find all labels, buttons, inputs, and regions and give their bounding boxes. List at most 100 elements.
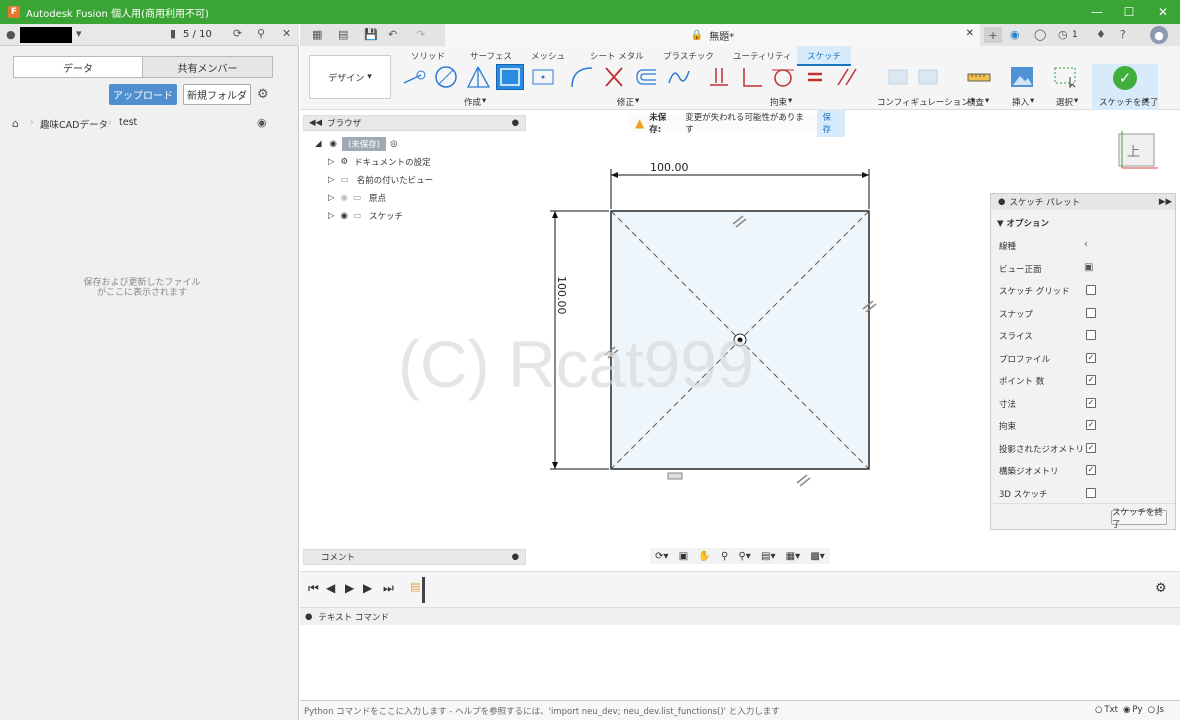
tab-sketch[interactable]: スケッチ — [797, 46, 852, 66]
mode-py-label[interactable]: Py — [1132, 705, 1142, 715]
insert-image-icon[interactable] — [1008, 64, 1036, 90]
options-section[interactable]: ▼ オプション — [997, 217, 1049, 229]
palette-header[interactable]: ● スケッチ パレット ▶▶ — [991, 194, 1175, 210]
undo-icon[interactable]: ↶ — [388, 28, 397, 41]
help-icon[interactable]: ? — [1120, 28, 1126, 41]
grid-apps-icon[interactable]: ▦ — [312, 28, 322, 41]
configuration-table-icon[interactable] — [915, 64, 943, 90]
polygon-tool-icon[interactable] — [464, 64, 492, 90]
browser-item-sketches[interactable]: ▷ ◉ ▭ スケッチ — [328, 209, 403, 223]
finish-sketch-button[interactable]: ✓ スケッチを終了 ▾ — [1092, 64, 1159, 110]
minimize-button[interactable]: — — [1080, 0, 1114, 24]
job-status-icon[interactable]: ◷ — [1058, 28, 1068, 41]
save-link[interactable]: 保存 — [816, 109, 845, 137]
bell-icon[interactable]: ♦ — [1096, 28, 1106, 41]
collapse-panel-icon[interactable]: ◀◀ — [309, 118, 322, 128]
group-modify[interactable]: 修正 — [617, 96, 634, 108]
radio-txt-icon[interactable]: ○ — [1095, 705, 1102, 715]
chevron-down-icon[interactable]: ▾ — [76, 27, 82, 40]
gear-icon[interactable]: ⚙ — [1155, 581, 1167, 596]
palette-option-checkbox[interactable] — [1086, 330, 1096, 340]
gear-icon[interactable]: ⚙ — [257, 87, 269, 102]
fit-icon[interactable]: ⚲▾ — [738, 551, 750, 562]
mode-js-label[interactable]: Js — [1157, 705, 1164, 715]
parallel-constraint-icon[interactable] — [833, 64, 861, 90]
group-inspect[interactable]: 検査 — [967, 96, 984, 108]
go-to-end-icon[interactable]: ⏭ — [383, 581, 394, 596]
play-icon[interactable]: ▶ — [345, 581, 354, 595]
text-commands-header[interactable]: ● テキスト コマンド — [300, 607, 1180, 625]
palette-option-checkbox[interactable]: ✓ — [1086, 397, 1096, 408]
minus-circle-icon[interactable]: ● — [998, 197, 1005, 207]
timeline-marker[interactable] — [422, 577, 425, 603]
line-tool-icon[interactable] — [400, 64, 428, 90]
python-command-line[interactable]: Python コマンドをここに入力します - ヘルプを参照するには、'impor… — [300, 700, 1180, 720]
palette-option-checkbox[interactable]: ✓ — [1086, 352, 1096, 363]
search-icon[interactable]: ⚲ — [257, 27, 265, 40]
activate-radio-icon[interactable]: ◎ — [390, 139, 397, 149]
breadcrumb-hobby-cad[interactable]: 趣味CADデータ — [40, 117, 108, 131]
fillet-tool-icon[interactable] — [568, 64, 596, 90]
doc-tab[interactable]: 🔒 無題* ✕ — [445, 24, 980, 46]
group-create[interactable]: 作成 — [464, 96, 481, 108]
account-name-redacted[interactable] — [20, 27, 72, 43]
expand-arrow-icon[interactable]: ▷ — [328, 211, 335, 221]
group-constraints[interactable]: 拘束 — [770, 96, 787, 108]
close-icon[interactable]: ✕ — [282, 27, 291, 40]
avatar[interactable]: ● — [1150, 26, 1168, 44]
rectangle-tool-icon[interactable] — [496, 64, 524, 90]
tangent-constraint-icon[interactable] — [769, 64, 797, 90]
upload-button[interactable]: アップロード — [109, 84, 177, 105]
palette-option-checkbox[interactable]: ✓ — [1086, 420, 1096, 430]
palette-option-checkbox[interactable] — [1086, 307, 1096, 318]
expand-arrow-icon[interactable]: ▷ — [328, 175, 335, 185]
dimension-horizontal[interactable]: 100.00 — [650, 161, 689, 174]
sketch-timeline-icon[interactable]: ▤ — [410, 580, 420, 593]
palette-option-checkbox[interactable]: ✓ — [1086, 465, 1096, 475]
orbit-icon[interactable]: ⟳▾ — [655, 551, 668, 562]
close-window-button[interactable]: ✕ — [1146, 0, 1180, 24]
offset-tool-icon[interactable] — [633, 64, 661, 90]
browser-item-origin[interactable]: ▷ ◉ ▭ 原点 — [328, 191, 386, 205]
viewports-icon[interactable]: ▩▾ — [810, 551, 824, 562]
look-at-icon[interactable]: ▣ — [1084, 262, 1093, 273]
circle-tool-icon[interactable] — [432, 64, 460, 90]
radio-js-icon[interactable]: ○ — [1148, 705, 1155, 715]
python-input-placeholder[interactable]: Python コマンドをここに入力します - ヘルプを参照するには、'impor… — [304, 705, 780, 717]
coincident-constraint-icon[interactable] — [705, 64, 733, 90]
palette-option-checkbox[interactable]: ✓ — [1086, 375, 1096, 385]
browser-item-named-views[interactable]: ▷ ▭ 名前の付いたビュー — [328, 173, 433, 187]
horizontal-constraint-glyph[interactable] — [667, 472, 683, 480]
mode-txt-label[interactable]: Txt — [1104, 705, 1118, 715]
palette-option-checkbox[interactable] — [1086, 285, 1096, 295]
point-tool-icon[interactable] — [529, 64, 557, 90]
breadcrumb-test[interactable]: test — [119, 117, 137, 128]
globe-icon[interactable]: ◉ — [257, 116, 267, 129]
tab-utility[interactable]: ユーティリティ — [733, 50, 791, 62]
file-menu-icon[interactable]: ▤ — [338, 28, 348, 41]
maximize-button[interactable]: ☐ — [1112, 0, 1146, 24]
redo-icon[interactable]: ↷ — [416, 28, 425, 41]
workspace-switcher[interactable]: デザイン ▾ — [309, 55, 391, 99]
tab-sheet-metal[interactable]: シート メタル — [590, 50, 644, 62]
expand-triangle-icon[interactable]: ◢ — [315, 139, 322, 149]
expand-arrow-icon[interactable]: ▷ — [328, 193, 335, 203]
group-select[interactable]: 選択 — [1056, 96, 1073, 108]
zoom-icon[interactable]: ⚲ — [721, 551, 728, 562]
finish-sketch-palette-button[interactable]: スケッチを終了 — [1111, 508, 1167, 530]
new-folder-button[interactable]: 新規フォルダ — [183, 84, 251, 105]
minus-circle-icon[interactable]: ● — [305, 612, 312, 622]
configuration-icon[interactable] — [885, 64, 913, 90]
root-component-label[interactable]: (未保存) — [341, 137, 387, 151]
expand-arrow-icon[interactable]: ▷ — [328, 157, 335, 167]
eye-icon[interactable]: ◉ — [341, 211, 348, 221]
tab-plastic[interactable]: プラスチック — [663, 50, 714, 62]
expand-right-icon[interactable]: ▶▶ — [1159, 197, 1172, 207]
palette-option-checkbox[interactable]: ✓ — [1086, 442, 1096, 453]
tab-surface[interactable]: サーフェス — [470, 50, 512, 62]
palette-option-checkbox[interactable] — [1086, 487, 1096, 498]
user-icon[interactable]: ● — [6, 28, 16, 41]
tab-shared-members[interactable]: 共有メンバー — [142, 56, 273, 78]
eye-icon[interactable]: ◉ — [330, 139, 337, 149]
spline-tool-icon[interactable] — [665, 64, 693, 90]
